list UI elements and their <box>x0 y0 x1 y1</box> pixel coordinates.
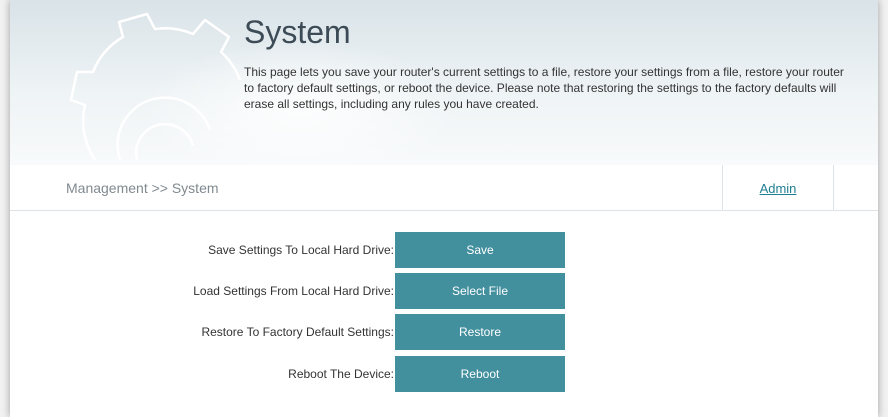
app-window: System This page lets you save your rout… <box>10 0 878 417</box>
save-settings-row: Save Settings To Local Hard Drive: Save <box>10 232 878 268</box>
load-settings-row: Load Settings From Local Hard Drive: Sel… <box>10 273 878 309</box>
page-header: System This page lets you save your rout… <box>10 0 878 180</box>
reboot-label: Reboot The Device: <box>288 367 394 381</box>
breadcrumb-bar: Management >> System Admin <box>10 165 878 211</box>
gear-icon <box>69 12 242 161</box>
page-description: This page lets you save your router's cu… <box>244 65 844 111</box>
page-title: System <box>244 14 351 50</box>
restore-defaults-row: Restore To Factory Default Settings: Res… <box>10 314 878 350</box>
reboot-button[interactable]: Reboot <box>395 356 565 392</box>
admin-link[interactable]: Admin <box>760 181 797 196</box>
save-settings-label: Save Settings To Local Hard Drive: <box>208 243 394 257</box>
admin-tab[interactable]: Admin <box>722 165 834 210</box>
restore-button[interactable]: Restore <box>395 314 565 350</box>
save-button[interactable]: Save <box>395 232 565 268</box>
select-file-button[interactable]: Select File <box>395 273 565 309</box>
reboot-row: Reboot The Device: Reboot <box>10 356 878 392</box>
system-actions: Save Settings To Local Hard Drive: Save … <box>10 211 878 417</box>
breadcrumb: Management >> System <box>66 180 219 196</box>
load-settings-label: Load Settings From Local Hard Drive: <box>193 284 394 298</box>
restore-defaults-label: Restore To Factory Default Settings: <box>201 325 394 339</box>
